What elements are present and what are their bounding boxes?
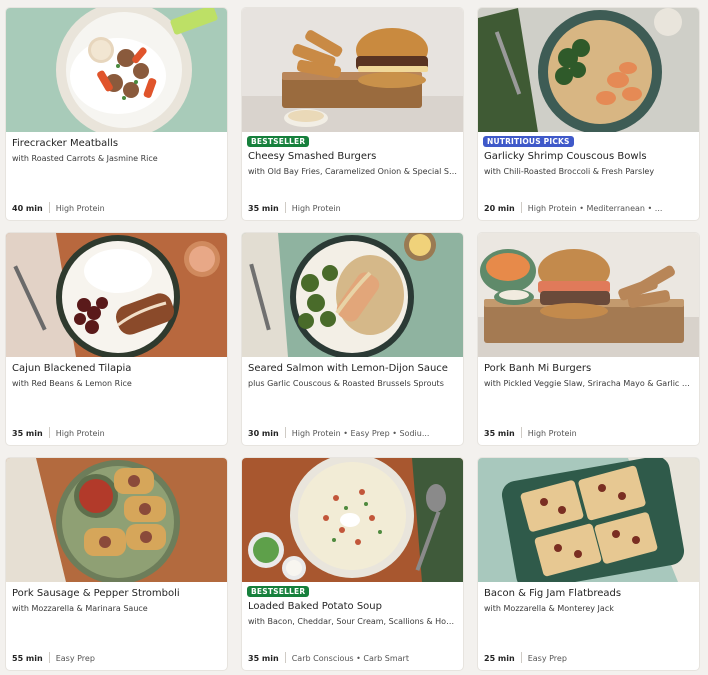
recipe-title[interactable]: Pork Sausage & Pepper Stromboli	[12, 587, 221, 600]
recipe-image[interactable]	[478, 8, 699, 132]
recipe-image[interactable]	[242, 233, 463, 357]
recipe-image[interactable]	[6, 458, 227, 582]
divider	[284, 427, 286, 438]
recipe-title[interactable]: Firecracker Meatballs	[12, 137, 221, 150]
recipe-title[interactable]: Garlicky Shrimp Couscous Bowls	[484, 150, 693, 163]
recipe-subtitle: with Red Beans & Lemon Rice	[12, 379, 132, 388]
recipe-subtitle: with Mozzarella & Monterey Jack	[484, 604, 614, 613]
recipe-image[interactable]	[242, 458, 463, 582]
divider	[48, 652, 50, 663]
recipe-tags: Easy Prep	[527, 654, 567, 663]
recipe-image[interactable]	[242, 8, 463, 132]
recipe-card-loaded-baked-potato-soup[interactable]: BESTSELLER Loaded Baked Potato Soup with…	[242, 458, 463, 670]
recipe-title[interactable]: Cajun Blackened Tilapia	[12, 362, 221, 375]
recipe-title[interactable]: Loaded Baked Potato Soup	[248, 600, 457, 613]
recipe-subtitle: plus Garlic Couscous & Roasted Brussels …	[248, 379, 444, 388]
bestseller-badge: BESTSELLER	[247, 586, 310, 597]
recipe-tags: Carb Conscious • Carb Smart	[291, 654, 409, 663]
recipe-meta: 20 min High Protein • Mediterranean • ...	[484, 202, 693, 216]
cook-time: 35 min	[484, 429, 515, 438]
recipe-tags: High Protein	[527, 429, 577, 438]
recipe-subtitle: with Roasted Carrots & Jasmine Rice	[12, 154, 158, 163]
divider	[48, 202, 50, 213]
recipe-card-cheesy-smashed-burgers[interactable]: BESTSELLER Cheesy Smashed Burgers with O…	[242, 8, 463, 220]
divider	[48, 427, 50, 438]
recipe-subtitle: with Mozzarella & Marinara Sauce	[12, 604, 148, 613]
cook-time: 35 min	[12, 429, 43, 438]
recipe-meta: 35 min Carb Conscious • Carb Smart	[248, 652, 457, 666]
bestseller-badge: BESTSELLER	[247, 136, 310, 147]
recipe-card-firecracker-meatballs[interactable]: Firecracker Meatballs with Roasted Carro…	[6, 8, 227, 220]
recipe-tags: Easy Prep	[55, 654, 95, 663]
recipe-meta: 55 min Easy Prep	[12, 652, 221, 666]
recipe-card-bacon-fig-jam-flatbreads[interactable]: Bacon & Fig Jam Flatbreads with Mozzarel…	[478, 458, 699, 670]
recipe-tags: High Protein	[55, 204, 105, 213]
cook-time: 20 min	[484, 204, 515, 213]
recipe-meta: 40 min High Protein	[12, 202, 221, 216]
recipe-meta: 35 min High Protein	[484, 427, 693, 441]
cook-time: 25 min	[484, 654, 515, 663]
cook-time: 35 min	[248, 654, 279, 663]
divider	[520, 427, 522, 438]
recipe-image[interactable]	[6, 8, 227, 132]
recipe-meta: 25 min Easy Prep	[484, 652, 693, 666]
recipe-card-pork-sausage-stromboli[interactable]: Pork Sausage & Pepper Stromboli with Moz…	[6, 458, 227, 670]
recipe-meta: 35 min High Protein	[12, 427, 221, 441]
recipe-subtitle: with Bacon, Cheddar, Sour Cream, Scallio…	[248, 617, 457, 626]
recipe-card-seared-salmon[interactable]: Seared Salmon with Lemon-Dijon Sauce plu…	[242, 233, 463, 445]
divider	[284, 202, 286, 213]
recipe-subtitle: with Old Bay Fries, Caramelized Onion & …	[248, 167, 457, 176]
recipe-tags: High Protein	[55, 429, 105, 438]
recipe-card-garlicky-shrimp-couscous-bowls[interactable]: NUTRITIOUS PICKS Garlicky Shrimp Couscou…	[478, 8, 699, 220]
recipe-tags: High Protein • Easy Prep • Sodiu...	[291, 429, 430, 438]
cook-time: 55 min	[12, 654, 43, 663]
recipe-image[interactable]	[478, 458, 699, 582]
recipe-title[interactable]: Seared Salmon with Lemon-Dijon Sauce	[248, 362, 457, 375]
recipe-meta: 30 min High Protein • Easy Prep • Sodiu..…	[248, 427, 457, 441]
recipe-tags: High Protein	[291, 204, 341, 213]
nutritious-picks-badge: NUTRITIOUS PICKS	[483, 136, 574, 147]
recipe-title[interactable]: Bacon & Fig Jam Flatbreads	[484, 587, 693, 600]
recipe-subtitle: with Pickled Veggie Slaw, Sriracha Mayo …	[484, 379, 693, 388]
recipe-image[interactable]	[478, 233, 699, 357]
recipe-card-pork-banh-mi-burgers[interactable]: Pork Banh Mi Burgers with Pickled Veggie…	[478, 233, 699, 445]
recipe-card-cajun-blackened-tilapia[interactable]: Cajun Blackened Tilapia with Red Beans &…	[6, 233, 227, 445]
recipe-title[interactable]: Cheesy Smashed Burgers	[248, 150, 457, 163]
cook-time: 35 min	[248, 204, 279, 213]
recipe-image[interactable]	[6, 233, 227, 357]
recipe-subtitle: with Chili-Roasted Broccoli & Fresh Pars…	[484, 167, 655, 176]
recipe-tags: High Protein • Mediterranean • ...	[527, 204, 663, 213]
recipe-title[interactable]: Pork Banh Mi Burgers	[484, 362, 693, 375]
divider	[520, 202, 522, 213]
divider	[284, 652, 286, 663]
cook-time: 30 min	[248, 429, 279, 438]
divider	[520, 652, 522, 663]
recipe-meta: 35 min High Protein	[248, 202, 457, 216]
cook-time: 40 min	[12, 204, 43, 213]
